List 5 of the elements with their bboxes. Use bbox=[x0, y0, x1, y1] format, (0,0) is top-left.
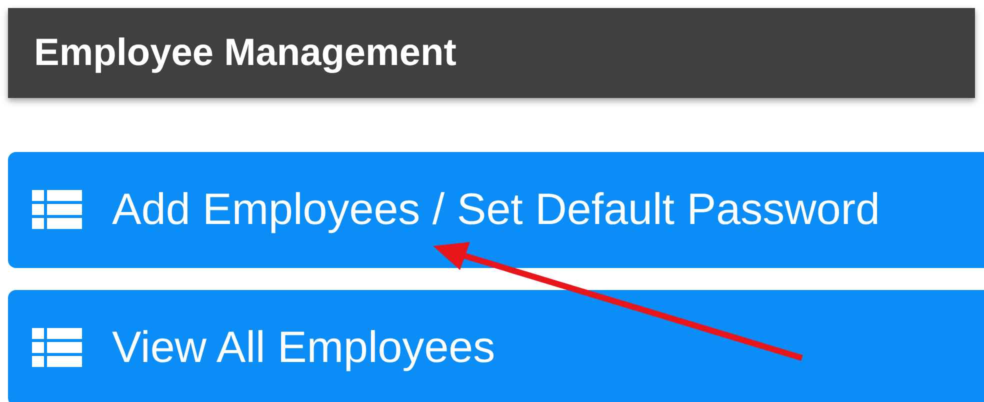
menu-item[interactable]: Add Employees / Set Default Password bbox=[8, 152, 984, 268]
list-icon bbox=[32, 328, 82, 368]
list-icon bbox=[32, 190, 82, 230]
header-title: Employee Management bbox=[34, 32, 456, 74]
menu-item[interactable]: View All Employees bbox=[8, 290, 984, 402]
